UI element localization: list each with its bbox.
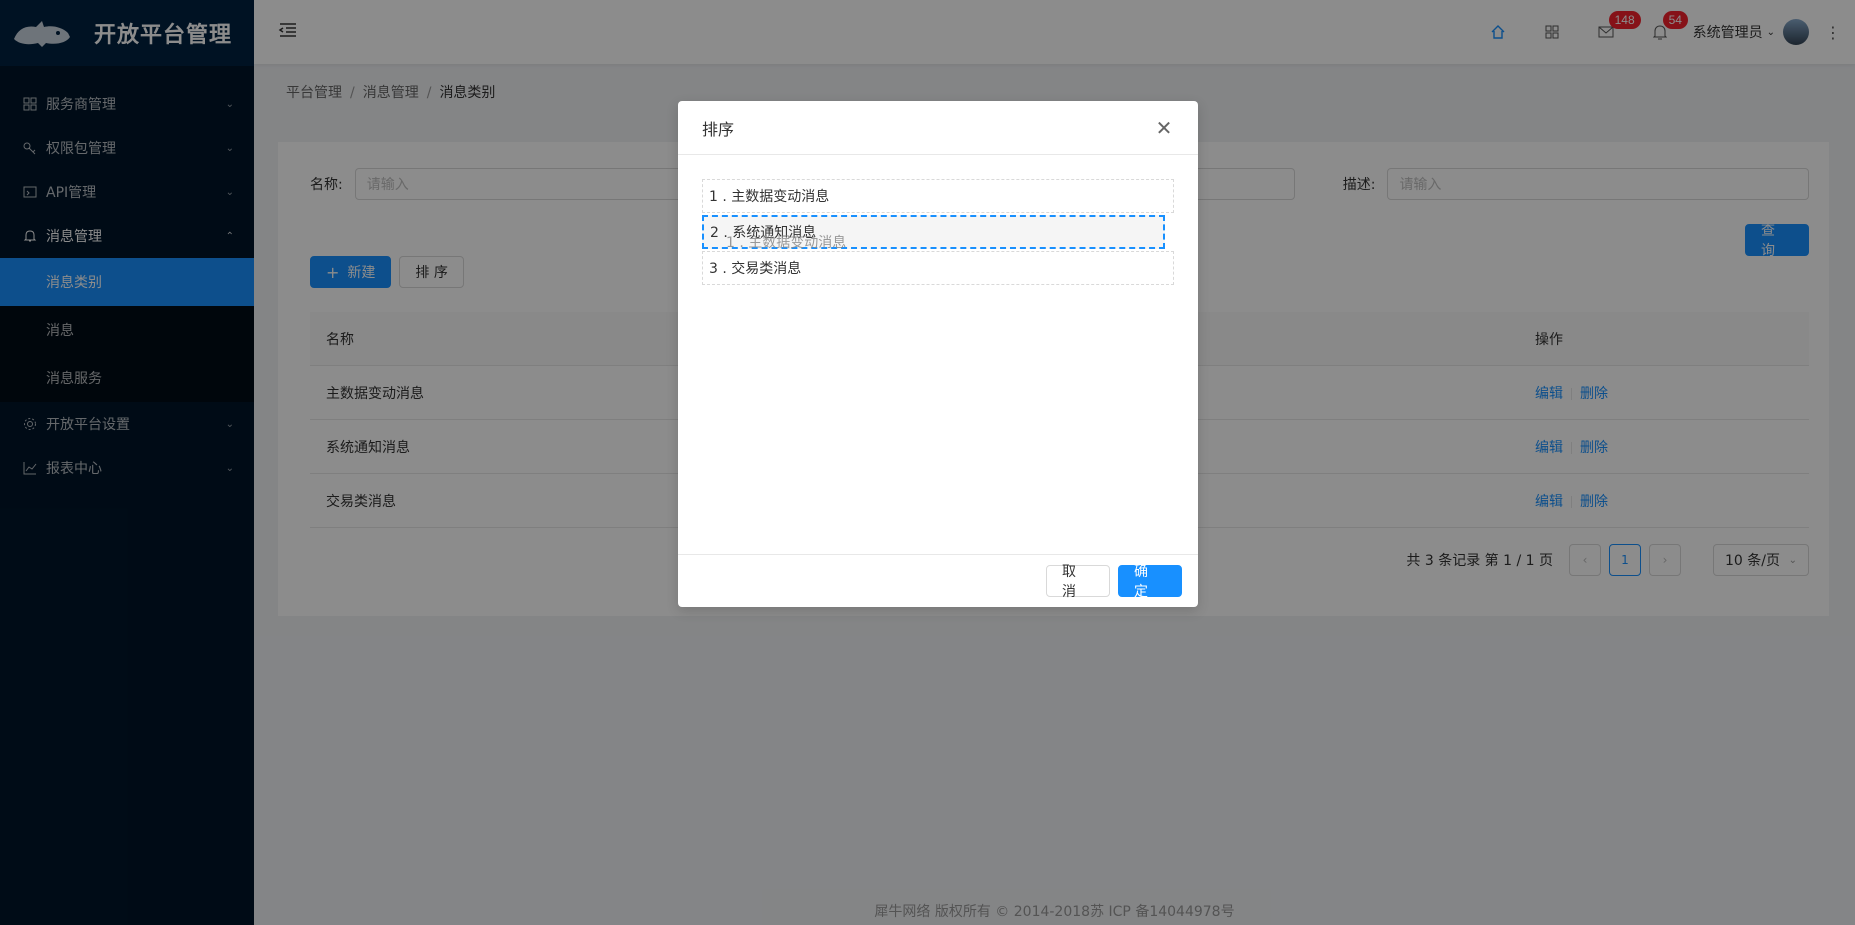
modal-header: 排序 ✕ <box>678 101 1198 155</box>
sortable-item[interactable]: 3 . 交易类消息 <box>702 251 1174 285</box>
modal-body: 1 . 主数据变动消息 2 . 系统通知消息 1 . 主数据变动消息 3 . 交… <box>678 155 1198 555</box>
close-icon[interactable]: ✕ <box>1154 116 1174 140</box>
modal-title: 排序 <box>702 119 735 139</box>
sort-modal: 排序 ✕ 1 . 主数据变动消息 2 . 系统通知消息 1 . 主数据变动消息 … <box>678 101 1198 607</box>
drag-ghost-label: 1 . 主数据变动消息 <box>726 235 847 251</box>
sortable-item-dragging[interactable]: 2 . 系统通知消息 1 . 主数据变动消息 <box>702 215 1165 251</box>
modal-footer: 取 消 确 定 <box>678 554 1198 607</box>
cancel-button[interactable]: 取 消 <box>1046 564 1110 600</box>
sortable-item[interactable]: 1 . 主数据变动消息 <box>702 179 1174 213</box>
ok-button[interactable]: 确 定 <box>1118 564 1182 600</box>
